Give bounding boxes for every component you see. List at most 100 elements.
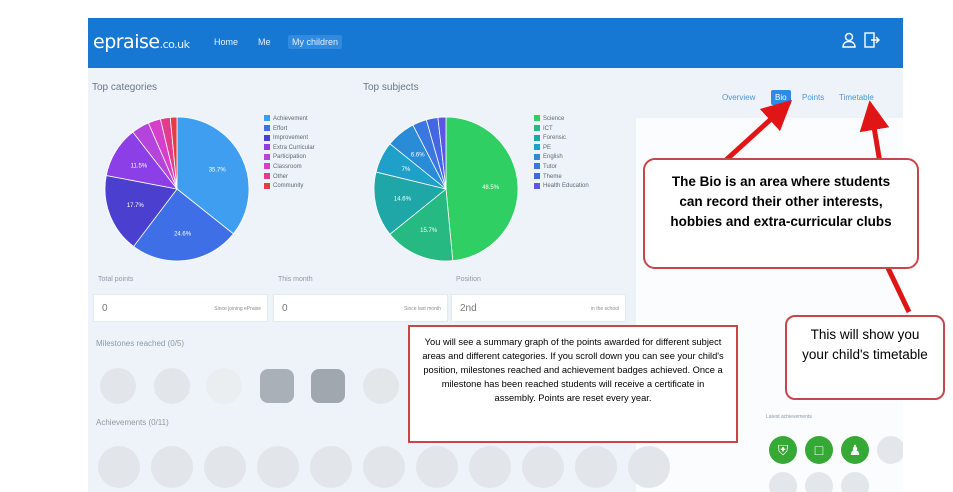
- pie-slice-label: 15.7%: [420, 228, 438, 234]
- legend-swatch: [264, 125, 270, 132]
- legend-item[interactable]: ICT: [534, 125, 589, 135]
- logo-text: epraise: [93, 31, 160, 53]
- person-badge-icon: ♟: [841, 436, 869, 464]
- milestone-badge: [206, 368, 242, 404]
- legend-label: ICT: [543, 125, 553, 132]
- legend-item[interactable]: Participation: [264, 153, 315, 163]
- legend-item[interactable]: English: [534, 153, 589, 163]
- legend-label: PE: [543, 144, 552, 151]
- legend-swatch: [534, 153, 540, 160]
- nav-my-children-link[interactable]: My children: [288, 35, 343, 49]
- locked-badge-icon: [769, 472, 797, 492]
- nav-me-link[interactable]: Me: [254, 35, 275, 49]
- achievement-badge: [204, 446, 246, 488]
- legend-item[interactable]: Community: [264, 182, 315, 192]
- locked-badge-icon: [877, 436, 903, 464]
- legend-label: Improvement: [273, 135, 309, 142]
- legend-label: English: [543, 154, 563, 161]
- tab-timetable[interactable]: Timetable: [835, 90, 878, 105]
- legend-swatch: [264, 115, 270, 122]
- pie-slice-label: 35.7%: [209, 168, 227, 174]
- nav-home-link[interactable]: Home: [210, 35, 242, 49]
- legend-item[interactable]: Science: [534, 115, 589, 125]
- phone-badge-icon: □: [805, 436, 833, 464]
- legend-label: Community: [273, 183, 304, 190]
- legend-swatch: [264, 134, 270, 141]
- top-subjects-legend: Science ICT Forensic PE English Tutor Theme Hea…: [534, 115, 589, 192]
- position-box: 2nd in the school: [451, 294, 626, 322]
- legend-label: Health Education: [543, 183, 589, 190]
- pie-slice-label: 17.7%: [127, 203, 145, 209]
- legend-swatch: [534, 182, 540, 189]
- bio-callout: The Bio is an area where students can re…: [643, 158, 919, 269]
- logout-icon[interactable]: [862, 31, 880, 49]
- achievement-badge: [628, 446, 670, 488]
- legend-item[interactable]: Health Education: [534, 182, 589, 192]
- user-icon[interactable]: [840, 31, 858, 49]
- top-nav-bar: epraise.co.uk Home Me My children: [88, 18, 903, 68]
- legend-swatch: [264, 144, 270, 151]
- this-month-value: 0: [282, 303, 288, 314]
- milestone-badge: [363, 368, 399, 404]
- legend-item[interactable]: PE: [534, 144, 589, 154]
- milestone-badge: [100, 368, 136, 404]
- legend-label: Achievement: [273, 116, 308, 122]
- shield-badge-icon: ⛨: [769, 436, 797, 464]
- legend-item[interactable]: Other: [264, 172, 315, 183]
- tab-points[interactable]: Points: [798, 90, 828, 105]
- achievement-badge: [575, 446, 617, 488]
- legend-swatch: [534, 144, 540, 151]
- legend-swatch: [534, 134, 540, 141]
- tab-bio[interactable]: Bio: [771, 90, 791, 105]
- tab-overview[interactable]: Overview: [718, 90, 759, 105]
- legend-label: Other: [273, 173, 289, 180]
- locked-badge-icon: [841, 472, 869, 492]
- pie-slice-label: 24.6%: [174, 231, 192, 237]
- achievement-badge: [522, 446, 564, 488]
- legend-label: Participation: [273, 154, 307, 161]
- legend-swatch: [264, 172, 270, 179]
- total-points-box: 0 Since joining ePraise: [93, 294, 268, 322]
- this-month-note: Since last month: [404, 306, 441, 312]
- milestone-badge: [260, 369, 294, 403]
- pie-slice-label: 7%: [402, 167, 411, 173]
- position-value: 2nd: [460, 303, 477, 314]
- achievement-badge: [98, 446, 140, 488]
- legend-swatch: [534, 163, 540, 170]
- legend-label: Extra Curricular: [273, 144, 315, 151]
- legend-item[interactable]: Improvement: [264, 134, 315, 144]
- summary-callout: You will see a summary graph of the poin…: [408, 325, 738, 443]
- latest-achievements-title: Latest achievements: [766, 414, 812, 420]
- logo-domain: .co.uk: [159, 38, 190, 51]
- legend-item[interactable]: Theme: [534, 172, 589, 183]
- legend-label: Theme: [543, 173, 562, 180]
- epraise-logo[interactable]: epraise.co.uk: [93, 31, 190, 53]
- legend-swatch: [534, 172, 540, 179]
- top-categories-pie-chart: 35.7% 24.6% 17.7% 11.5%: [104, 116, 250, 262]
- pie-slice-label: 14.6%: [394, 197, 412, 203]
- milestone-badge: [311, 369, 345, 403]
- pie-slice-label: 11.5%: [131, 164, 148, 170]
- legend-item[interactable]: Achievement: [264, 115, 315, 125]
- legend-label: Science: [543, 116, 565, 122]
- legend-label: Effort: [273, 125, 288, 132]
- achievement-badge: [310, 446, 352, 488]
- legend-item[interactable]: Effort: [264, 125, 315, 135]
- legend-swatch: [534, 115, 540, 122]
- legend-item[interactable]: Extra Curricular: [264, 144, 315, 154]
- achievement-badge: [416, 446, 458, 488]
- legend-item[interactable]: Tutor: [534, 163, 589, 173]
- legend-item[interactable]: Classroom: [264, 163, 315, 173]
- pie-slice-label: 6.6%: [411, 152, 425, 158]
- legend-label: Forensic: [543, 135, 567, 142]
- achievements-title: Achievements (0/11): [96, 418, 169, 427]
- legend-swatch: [534, 125, 540, 132]
- legend-label: Classroom: [273, 163, 302, 170]
- top-categories-title: Top categories: [92, 82, 158, 93]
- legend-item[interactable]: Forensic: [534, 134, 589, 144]
- legend-swatch: [264, 153, 270, 160]
- top-categories-legend: Achievement Effort Improvement Extra Curric…: [264, 115, 315, 192]
- milestone-badge: [154, 368, 190, 404]
- position-label: Position: [456, 276, 481, 283]
- locked-badge-icon: [805, 472, 833, 492]
